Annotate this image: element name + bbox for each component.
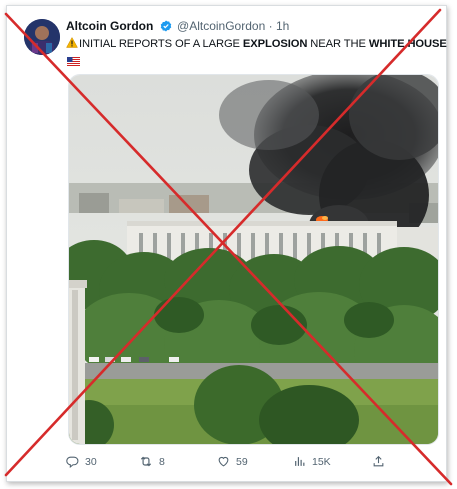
x-stroke-1 [4,12,453,486]
red-x-overlay [4,8,453,486]
